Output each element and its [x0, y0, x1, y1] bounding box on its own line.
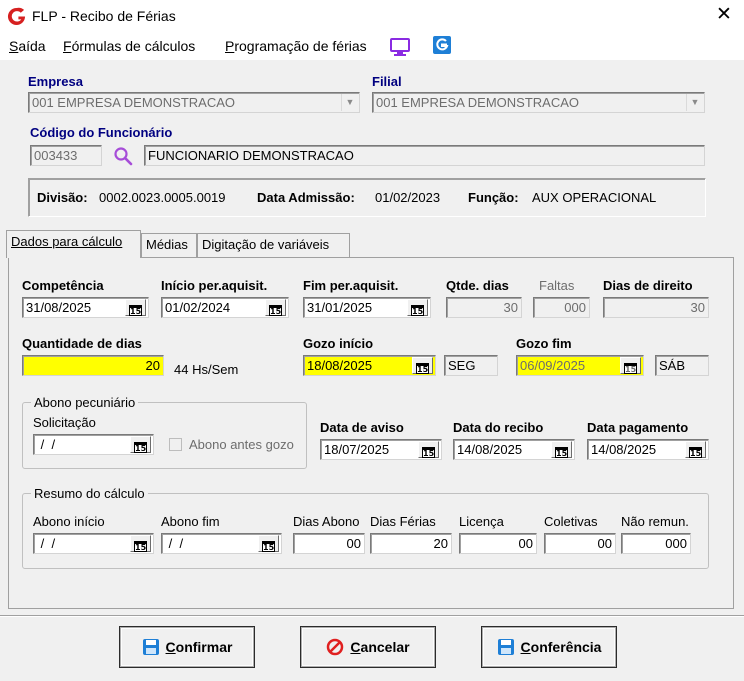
admissao-label: Data Admissão:	[257, 190, 355, 205]
app-logo-icon	[7, 7, 26, 26]
menu-programacao[interactable]: Programação de férias	[225, 38, 367, 54]
search-icon[interactable]	[113, 146, 135, 166]
chevron-down-icon[interactable]: ▼	[341, 94, 358, 111]
floppy-disk-icon	[497, 639, 514, 655]
funcionario-code-field[interactable]: 003433	[30, 145, 102, 166]
cancelar-button[interactable]: Cancelar	[301, 627, 435, 667]
chevron-down-icon[interactable]: ▼	[686, 94, 703, 111]
tab-digitacao-variaveis[interactable]: Digitação de variáveis	[197, 233, 350, 257]
funcionario-label: Código do Funcionário	[30, 125, 173, 140]
tab-panel	[8, 257, 734, 609]
filial-combo[interactable]: 001 EMPRESA DEMONSTRACAO ▼	[372, 92, 705, 113]
confirmar-button[interactable]: Confirmar	[120, 627, 254, 667]
menu-saida[interactable]: Saída	[9, 38, 46, 54]
empresa-label: Empresa	[28, 74, 83, 89]
cancel-icon	[327, 638, 344, 656]
monitor-icon[interactable]	[389, 37, 411, 57]
funcao-value: AUX OPERACIONAL	[532, 190, 657, 205]
floppy-disk-icon	[142, 639, 159, 655]
divisao-value: 0002.0023.0005.0019	[99, 190, 226, 205]
footer-divider-highlight	[0, 616, 744, 617]
tab-medias[interactable]: Médias	[141, 233, 197, 257]
window-title: FLP - Recibo de Férias	[32, 8, 176, 24]
close-button[interactable]: ✕	[713, 4, 735, 26]
funcao-label: Função:	[468, 190, 519, 205]
tab-dados-calculo[interactable]: Dados para cálculo	[6, 230, 141, 258]
empresa-combo[interactable]: 001 EMPRESA DEMONSTRACAO ▼	[28, 92, 360, 113]
conferencia-button[interactable]: Conferência	[482, 627, 616, 667]
menu-formulas[interactable]: Fórmulas de cálculos	[63, 38, 195, 54]
divisao-label: Divisão:	[37, 190, 88, 205]
funcionario-name-field: FUNCIONARIO DEMONSTRACAO	[144, 145, 705, 166]
admissao-value: 01/02/2023	[375, 190, 441, 205]
app-g-icon[interactable]	[432, 35, 452, 55]
filial-label: Filial	[372, 74, 402, 89]
